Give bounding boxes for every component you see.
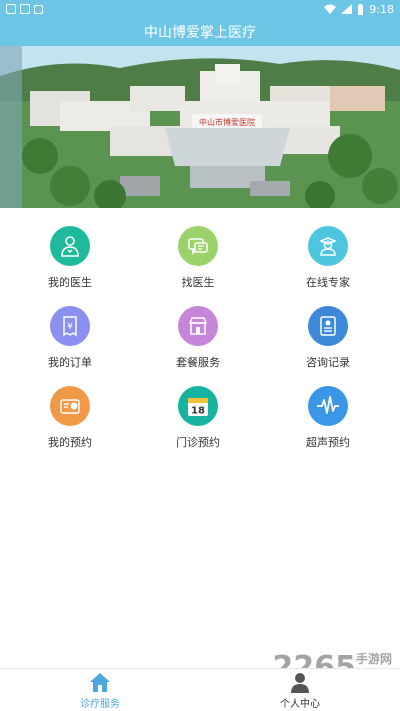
menu-label: 在线专家 bbox=[306, 276, 350, 289]
ultrasound-icon bbox=[308, 386, 348, 426]
shop-icon bbox=[178, 306, 218, 346]
menu-row: 我的预约 18 门诊预约 超声预约 bbox=[0, 380, 400, 460]
status-bar: 9:18 bbox=[0, 0, 400, 18]
order-icon: ¥ bbox=[50, 306, 90, 346]
hospital-aerial-image: 中山市博爱医院 bbox=[0, 46, 400, 208]
menu-package-service[interactable]: 套餐服务 bbox=[153, 300, 243, 370]
menu-my-appointments[interactable]: 我的预约 bbox=[25, 380, 115, 450]
menu-label: 我的订单 bbox=[48, 356, 92, 369]
svg-text:18: 18 bbox=[191, 406, 205, 417]
home-icon bbox=[90, 672, 110, 692]
menu-label: 找医生 bbox=[181, 276, 215, 289]
person-icon bbox=[291, 672, 309, 693]
menu-label: 门诊预约 bbox=[176, 436, 220, 449]
menu-consult-records[interactable]: 咨询记录 bbox=[283, 300, 373, 370]
notification-icon bbox=[20, 4, 30, 14]
bottom-tab-bar: 诊疗服务 个人中心 bbox=[0, 668, 400, 711]
expert-icon bbox=[308, 226, 348, 266]
wifi-icon bbox=[324, 4, 337, 14]
tab-label: 诊疗服务 bbox=[80, 698, 120, 710]
service-menu-grid: 我的医生 找医生 在线专家 ¥ 我的订单 套餐服务 咨询记录 我的预约 18 门… bbox=[0, 220, 400, 460]
tab-medical-service[interactable]: 诊疗服务 bbox=[0, 669, 200, 711]
menu-label: 我的医生 bbox=[48, 276, 92, 289]
menu-my-orders[interactable]: ¥ 我的订单 bbox=[25, 300, 115, 370]
record-icon bbox=[308, 306, 348, 346]
appointment-icon bbox=[50, 386, 90, 426]
hospital-banner[interactable]: 中山市博爱医院 bbox=[0, 46, 400, 208]
menu-label: 我的预约 bbox=[48, 436, 92, 449]
menu-outpatient-booking[interactable]: 18 门诊预约 bbox=[153, 380, 243, 450]
page-title: 中山博爱掌上医疗 bbox=[144, 25, 256, 41]
menu-find-doctor[interactable]: 找医生 bbox=[153, 220, 243, 290]
sim-icon bbox=[34, 4, 43, 14]
menu-row: 我的医生 找医生 在线专家 bbox=[0, 220, 400, 300]
menu-label: 咨询记录 bbox=[306, 356, 350, 369]
app-title-bar: 中山博爱掌上医疗 bbox=[0, 18, 400, 46]
menu-ultrasound-booking[interactable]: 超声预约 bbox=[283, 380, 373, 450]
signal-icon bbox=[341, 4, 353, 14]
svg-text:¥: ¥ bbox=[67, 322, 73, 332]
clock-text: 9:18 bbox=[369, 2, 394, 16]
hospital-sign-text: 中山市博爱医院 bbox=[199, 117, 255, 127]
menu-label: 超声预约 bbox=[306, 436, 350, 449]
menu-my-doctor[interactable]: 我的医生 bbox=[25, 220, 115, 290]
calendar-icon: 18 bbox=[178, 386, 218, 426]
tab-personal-center[interactable]: 个人中心 bbox=[200, 669, 400, 711]
battery-icon bbox=[358, 3, 364, 15]
menu-label: 套餐服务 bbox=[176, 356, 220, 369]
doctor-icon bbox=[50, 226, 90, 266]
tab-label: 个人中心 bbox=[280, 698, 320, 710]
chat-icon bbox=[178, 226, 218, 266]
menu-row: ¥ 我的订单 套餐服务 咨询记录 bbox=[0, 300, 400, 380]
notification-icon bbox=[6, 4, 16, 14]
menu-online-expert[interactable]: 在线专家 bbox=[283, 220, 373, 290]
